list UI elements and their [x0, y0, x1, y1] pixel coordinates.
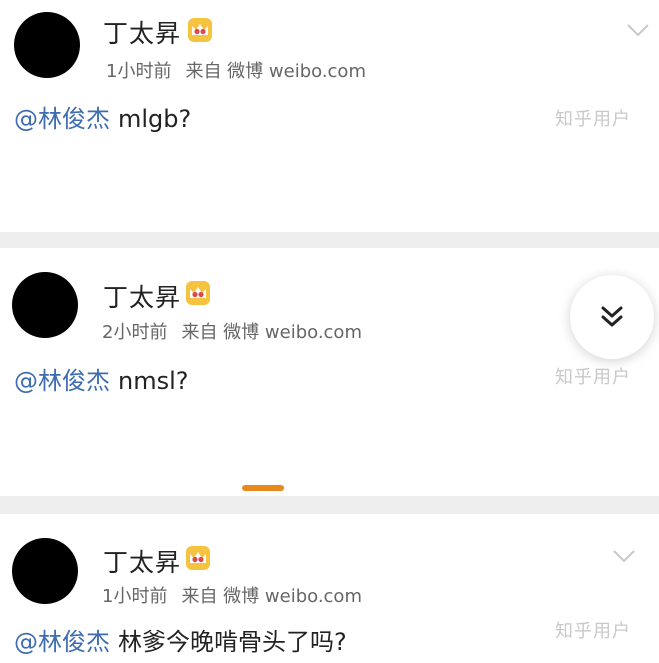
scroll-down-button[interactable]: [570, 275, 654, 359]
watermark: 知乎用户: [555, 109, 631, 130]
chevron-down-icon[interactable]: [626, 22, 650, 38]
mention-link[interactable]: @林俊杰: [14, 367, 110, 395]
post-source: 来自 微博 weibo.com: [185, 61, 366, 82]
separator: [0, 232, 659, 248]
post-text: nmsl?: [118, 367, 189, 395]
post-source: 来自 微博 weibo.com: [181, 322, 362, 343]
post-text: mlgb?: [118, 105, 192, 133]
post-content: @林俊杰 林爹今晚啃骨头了吗?: [14, 622, 347, 657]
username[interactable]: 丁太昇: [103, 278, 181, 314]
watermark: 知乎用户: [555, 367, 631, 388]
avatar[interactable]: [14, 12, 80, 78]
separator: [0, 496, 659, 514]
post-meta: 1小时前 来自 微博 weibo.com: [106, 57, 380, 83]
post-source: 来自 微博 weibo.com: [181, 586, 362, 607]
username[interactable]: 丁太昇: [103, 14, 181, 50]
weibo-post: 丁太昇 1小时前 来自 微博 weibo.com @林俊杰 林爹今晚啃骨头了吗? 知…: [0, 514, 659, 663]
weibo-post: 丁太昇 2小时前 来自 微博 weibo.com @林俊杰 nmsl? 知乎用户: [0, 248, 659, 496]
post-time: 1小时前: [102, 586, 168, 607]
weibo-post: 丁太昇 1小时前 来自 微博 weibo.com @林俊杰 mlgb? 知乎用户: [0, 0, 659, 232]
crown-badge-icon: [188, 18, 212, 42]
crown-badge-icon: [186, 546, 210, 570]
mention-link[interactable]: @林俊杰: [14, 105, 110, 133]
post-content: @林俊杰 nmsl?: [14, 361, 189, 396]
mention-link[interactable]: @林俊杰: [14, 628, 110, 656]
scroll-indicator: [242, 485, 284, 491]
post-meta: 1小时前 来自 微博 weibo.com: [102, 582, 376, 608]
username[interactable]: 丁太昇: [103, 543, 181, 579]
chevron-down-icon[interactable]: [612, 548, 636, 564]
post-meta: 2小时前 来自 微博 weibo.com: [102, 318, 376, 344]
avatar[interactable]: [12, 272, 78, 338]
watermark: 知乎用户: [555, 621, 631, 642]
double-chevron-down-icon: [601, 306, 623, 327]
avatar[interactable]: [12, 538, 78, 604]
post-time: 1小时前: [106, 61, 172, 82]
post-text: 林爹今晚啃骨头了吗?: [118, 628, 347, 656]
crown-badge-icon: [186, 281, 210, 305]
post-content: @林俊杰 mlgb?: [14, 99, 191, 134]
post-time: 2小时前: [102, 322, 168, 343]
